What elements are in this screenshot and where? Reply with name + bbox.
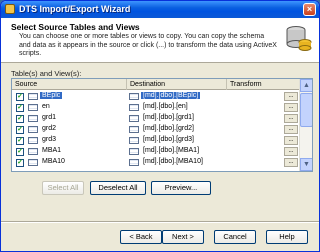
help-button[interactable]: Help [266,230,308,244]
table-icon [28,93,38,100]
table-icon [28,115,38,122]
table-icon [28,137,38,144]
table-icon [129,126,139,133]
table-row[interactable]: ✓ grd2 [md].[dbo].[grd2] ... [12,124,300,135]
column-header-source[interactable]: Source [12,79,127,90]
page-title: Select Source Tables and Views [11,22,140,32]
table-icon [28,104,38,111]
source-cell: BEplc [40,92,63,99]
wizard-header: Select Source Tables and Views You can c… [1,18,319,63]
wizard-window: DTS Import/Export Wizard × Select Source… [0,0,320,252]
next-button[interactable]: Next > [162,230,204,244]
divider [1,221,319,223]
destination-cell[interactable]: [md].[dbo].[MBA1] [143,147,199,154]
transform-button[interactable]: ... [284,136,298,145]
table-icon [129,148,139,155]
scroll-thumb[interactable] [300,93,312,127]
destination-cell[interactable]: [md].[dbo].[BEplc] [141,92,201,99]
select-all-button[interactable]: Select All [42,181,84,195]
destination-cell[interactable]: [md].[dbo].[MBA10] [143,158,203,165]
table-row[interactable]: ✓ BEplc [md].[dbo].[BEplc] ... [12,91,300,102]
table-icon [129,137,139,144]
row-checkbox[interactable]: ✓ [16,137,24,145]
tables-views-label: Table(s) and View(s): [11,69,82,78]
back-button[interactable]: < Back [120,230,162,244]
row-checkbox[interactable]: ✓ [16,115,24,123]
transform-button[interactable]: ... [284,92,298,101]
grid-header: Source Destination Transform [12,79,300,90]
database-icon [286,26,312,51]
table-icon [129,104,139,111]
row-checkbox[interactable]: ✓ [16,93,24,101]
source-cell: grd2 [42,125,57,132]
grid-body: ✓ BEplc [md].[dbo].[BEplc] ... ✓ en [md]… [12,91,300,168]
table-row[interactable]: ✓ grd1 [md].[dbo].[grd1] ... [12,113,300,124]
close-button[interactable]: × [303,3,316,16]
source-cell: grd1 [42,114,57,121]
deselect-all-button[interactable]: Deselect All [90,181,146,195]
preview-button[interactable]: Preview... [151,181,211,195]
table-row[interactable]: ✓ en [md].[dbo].[en] ... [12,102,300,113]
table-icon [129,159,139,166]
transform-button[interactable]: ... [284,125,298,134]
table-icon [28,126,38,133]
source-cell: MBA10 [42,158,65,165]
destination-cell[interactable]: [md].[dbo].[grd3] [143,136,194,143]
source-cell: MBA1 [42,147,62,154]
source-cell: en [42,103,50,110]
window-title: DTS Import/Export Wizard [19,4,131,14]
row-checkbox[interactable]: ✓ [16,148,24,156]
table-icon [28,159,38,166]
source-cell: grd3 [42,136,57,143]
tables-grid[interactable]: Source Destination Transform ✓ BEplc [md… [11,78,313,172]
transform-button[interactable]: ... [284,114,298,123]
table-icon [129,93,139,100]
row-checkbox[interactable]: ✓ [16,104,24,112]
destination-cell[interactable]: [md].[dbo].[grd1] [143,114,194,121]
scroll-down-button[interactable]: ▼ [300,158,312,171]
transform-button[interactable]: ... [284,147,298,156]
table-row[interactable]: ✓ MBA1 [md].[dbo].[MBA1] ... [12,146,300,157]
table-row[interactable]: ✓ MBA10 [md].[dbo].[MBA10] ... [12,157,300,168]
scroll-up-button[interactable]: ▲ [300,79,312,92]
row-checkbox[interactable]: ✓ [16,126,24,134]
destination-cell[interactable]: [md].[dbo].[en] [143,103,188,110]
table-icon [28,148,38,155]
row-checkbox[interactable]: ✓ [16,159,24,167]
transform-button[interactable]: ... [284,158,298,167]
column-header-transform[interactable]: Transform [227,79,300,90]
cancel-button[interactable]: Cancel [214,230,256,244]
column-header-destination[interactable]: Destination [127,79,227,90]
vertical-scrollbar[interactable]: ▲ ▼ [299,79,312,171]
title-bar[interactable]: DTS Import/Export Wizard × [1,1,319,18]
page-description: You can choose one or more tables or vie… [19,33,277,57]
table-icon [129,115,139,122]
transform-button[interactable]: ... [284,103,298,112]
table-row[interactable]: ✓ grd3 [md].[dbo].[grd3] ... [12,135,300,146]
app-icon [5,4,15,14]
destination-cell[interactable]: [md].[dbo].[grd2] [143,125,194,132]
